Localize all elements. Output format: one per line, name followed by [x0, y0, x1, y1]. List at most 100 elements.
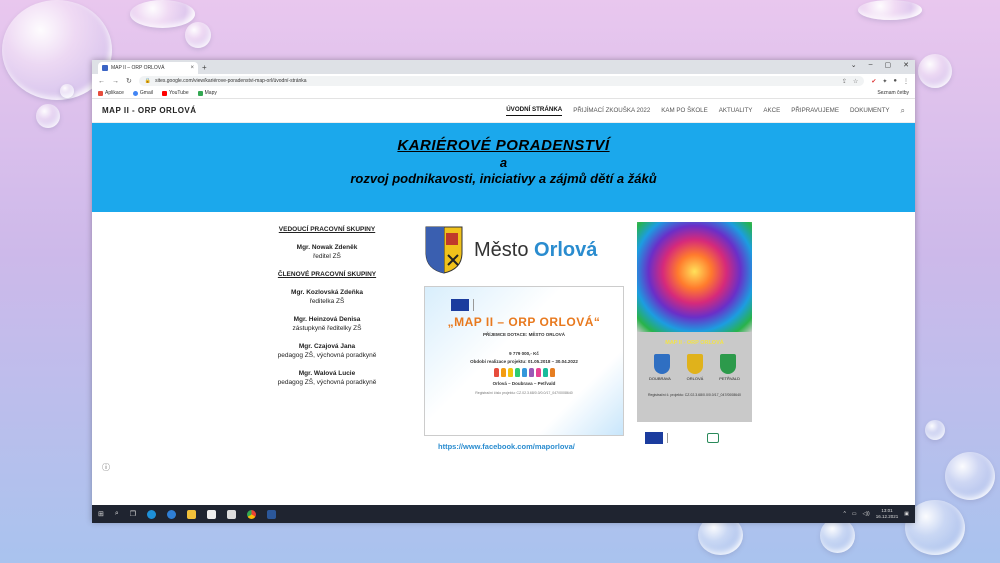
reading-list-button[interactable]: Seznam četby — [877, 90, 909, 96]
bubble-decoration — [918, 54, 952, 88]
url-text[interactable]: sites.google.com/view/kariérove-poradens… — [155, 78, 306, 84]
close-window-icon[interactable]: ✕ — [903, 61, 909, 69]
town-crests — [637, 354, 752, 374]
puzzle-icon[interactable]: ✦ — [882, 78, 887, 85]
city-name-highlight: Orlová — [534, 238, 598, 261]
star-icon[interactable]: ☆ — [853, 78, 858, 85]
member-role: zástupkyně ředitelky ZŠ — [292, 325, 362, 332]
profile-icon[interactable]: ● — [893, 78, 897, 85]
extension-icon[interactable]: ✔ — [871, 78, 876, 85]
maps-icon — [197, 90, 203, 96]
child-figure-icon — [514, 368, 520, 377]
close-tab-icon[interactable]: × — [190, 65, 194, 71]
mail-icon[interactable] — [227, 509, 237, 519]
notification-icon[interactable]: ▣ — [904, 511, 909, 517]
nav-uvodni-stranka[interactable]: ÚVODNÍ STRÁNKA — [506, 106, 563, 116]
volume-icon[interactable]: ◁)) — [863, 511, 870, 517]
search-icon[interactable]: ⌕ — [901, 106, 905, 116]
child-figure-icon — [521, 368, 527, 377]
browser-tab[interactable]: MAP II – ORP ORLOVÁ × — [98, 62, 198, 74]
child-figure-icon — [528, 368, 534, 377]
town-label: DOUBRAVA — [648, 376, 671, 381]
poster-period: Období realizace projektu: 01.05.2018 – … — [470, 359, 578, 364]
poster-figures — [425, 368, 623, 377]
hero-connector: a — [499, 155, 508, 170]
forward-arrow-icon[interactable]: → — [112, 78, 119, 85]
chevron-up-icon[interactable]: ^ — [843, 511, 845, 517]
search-icon[interactable]: ⌕ — [115, 510, 119, 518]
site-title[interactable]: MAP II - ORP ORLOVÁ — [102, 106, 197, 115]
map-banner: MAP II - ORP ORLOVÁ DOUBRAVA ORLOVÁ PETŘ… — [637, 222, 752, 422]
bookmark-gmail[interactable]: Gmail — [132, 90, 153, 96]
bookmarks-bar: Aplikace Gmail YouTube Mapy Seznam četby — [92, 88, 915, 99]
member-role: pedagog ZŠ, výchovná poradkyně — [277, 352, 377, 359]
task-view-icon[interactable]: ❐ — [130, 510, 136, 518]
hero-subtitle: rozvoj podnikavosti, iniciativy a zájmů … — [350, 171, 657, 186]
bubble-decoration — [820, 518, 855, 553]
working-group-list: VEDOUCÍ PRACOVNÍ SKUPINY Mgr. Nowak Zden… — [252, 226, 402, 397]
bubble-decoration — [36, 104, 60, 128]
store-icon[interactable] — [207, 509, 217, 519]
windows-start-icon[interactable]: ⊞ — [98, 510, 104, 518]
kebab-menu-icon[interactable]: ⋮ — [903, 78, 909, 85]
extensions-area: ✔ ✦ ● ⋮ — [871, 78, 909, 85]
poster-reg: Registrační číslo projektu: CZ.02.3.68/0… — [475, 391, 573, 395]
leader-name: Mgr. Nowak Zdeněk — [296, 244, 358, 251]
clock[interactable]: 13:01 16.12.2021 — [876, 508, 899, 520]
leader-role: ředitel ZŠ — [313, 253, 341, 260]
bookmark-label: YouTube — [168, 90, 189, 96]
network-icon[interactable]: ▭ — [852, 511, 857, 517]
nav-akce[interactable]: AKCE — [763, 107, 780, 114]
omnibox[interactable]: 🔒 sites.google.com/view/kariérove-porade… — [138, 76, 865, 86]
new-tab-button[interactable]: + — [202, 62, 207, 74]
reload-icon[interactable]: ↻ — [126, 77, 132, 85]
eu-flag-icon — [451, 299, 469, 311]
ie-icon[interactable] — [167, 509, 177, 519]
hero-banner: KARIÉROVÉ PORADENSTVÍ a rozvoj podnikavo… — [92, 123, 915, 212]
file-explorer-icon[interactable] — [187, 509, 197, 519]
chevron-down-icon[interactable]: ⌄ — [851, 61, 857, 69]
member-name: Mgr. Czajová Jana — [298, 343, 356, 350]
chrome-icon[interactable] — [247, 509, 257, 519]
nav-prijimaci-zkouska[interactable]: PŘIJÍMACÍ ZKOUŠKA 2022 — [573, 107, 650, 114]
eu-text-block — [667, 433, 703, 443]
word-icon[interactable] — [267, 509, 277, 519]
orlova-crest-icon — [686, 354, 703, 374]
bubble-decoration — [925, 420, 945, 440]
child-figure-icon — [542, 368, 548, 377]
minimize-icon[interactable]: – — [869, 61, 873, 69]
bubble-decoration — [858, 0, 922, 20]
info-icon[interactable]: ⓘ — [102, 462, 110, 473]
member-role: pedagog ZŠ, výchovná poradkyně — [277, 379, 377, 386]
maximize-icon[interactable]: ▢ — [885, 61, 892, 69]
pencils-image — [637, 222, 752, 332]
edge-icon[interactable] — [147, 509, 157, 519]
site-favicon-icon — [102, 65, 108, 71]
child-figure-icon — [507, 368, 513, 377]
nav-aktuality[interactable]: AKTUALITY — [719, 107, 753, 114]
child-figure-icon — [535, 368, 541, 377]
tab-bar: MAP II – ORP ORLOVÁ × + ⌄ – ▢ ✕ — [92, 60, 915, 74]
bubble-decoration — [945, 452, 995, 500]
banner-reg: Registrační č. projektu: CZ.02.3.68/0.0/… — [647, 393, 741, 397]
town-label: PETŘVALD — [719, 376, 741, 381]
bookmark-maps[interactable]: Mapy — [197, 90, 217, 96]
tab-title: MAP II – ORP ORLOVÁ — [111, 65, 165, 71]
nav-dokumenty[interactable]: DOKUMENTY — [850, 107, 890, 114]
nav-pripravujeme[interactable]: PŘIPRAVUJEME — [791, 107, 839, 114]
bookmark-youtube[interactable]: YouTube — [161, 90, 189, 96]
bookmark-apps[interactable]: Aplikace — [98, 90, 124, 96]
child-figure-icon — [500, 368, 506, 377]
share-icon[interactable]: ⇪ — [842, 78, 847, 85]
eu-text-block — [473, 299, 513, 311]
members-heading: ČLENOVÉ PRACOVNÍ SKUPINY — [277, 271, 377, 278]
browser-window: MAP II – ORP ORLOVÁ × + ⌄ – ▢ ✕ ← → ↻ 🔒 … — [92, 60, 915, 522]
leader-heading: VEDOUCÍ PRACOVNÍ SKUPINY — [278, 226, 376, 233]
back-arrow-icon[interactable]: ← — [98, 78, 105, 85]
member-role: ředitelka ZŠ — [309, 298, 345, 305]
poster-towns: Orlová – Doubrava – Petřvald — [492, 381, 556, 386]
lock-icon: 🔒 — [144, 78, 152, 84]
nav-kam-po-skole[interactable]: KAM PO ŠKOLE — [661, 107, 707, 114]
facebook-link[interactable]: https://www.facebook.com/maporlova/ — [438, 442, 575, 451]
poster-amount: 9 779 000,- Kč — [509, 351, 539, 356]
